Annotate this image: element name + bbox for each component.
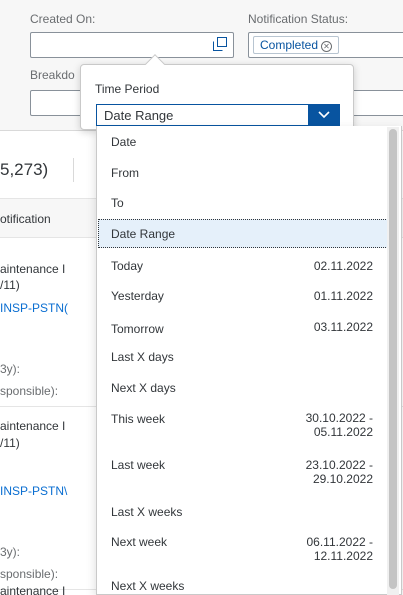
remove-token-icon[interactable]: ✕ xyxy=(321,41,333,52)
result-count: 5,273) xyxy=(0,160,49,179)
option-tomorrow[interactable]: Tomorrow 03.11.2022 xyxy=(97,311,389,341)
list-scrollbar[interactable] xyxy=(387,127,399,595)
option-label: Last week xyxy=(111,458,166,472)
option-value: 06.11.2022 - 12.11.2022 xyxy=(306,535,374,563)
notification-status-input[interactable]: Completed ✕ xyxy=(248,32,403,58)
option-last-x-days[interactable]: Last X days xyxy=(97,341,389,372)
created-on-label: Created On: xyxy=(30,12,96,26)
option-value: 30.10.2022 - 05.11.2022 xyxy=(305,411,373,439)
option-label: To xyxy=(111,196,124,210)
option-label: Last X days xyxy=(111,350,174,364)
row-2-responsible: sponsible): xyxy=(0,567,59,581)
option-label: Date Range xyxy=(111,227,176,241)
created-on-input[interactable] xyxy=(30,32,234,58)
row-1-id: /11) xyxy=(0,278,20,292)
option-today[interactable]: Today 02.11.2022 xyxy=(97,249,389,279)
value-help-icon[interactable] xyxy=(213,37,227,51)
chevron-down-icon xyxy=(318,111,330,119)
option-label: From xyxy=(111,166,139,180)
option-label: Next week xyxy=(111,535,168,549)
option-label: Yesterday xyxy=(111,289,164,303)
option-value: 02.11.2022 xyxy=(313,259,373,273)
option-next-week[interactable]: Next week 06.11.2022 - 12.11.2022 xyxy=(97,526,389,572)
toolbar-separator xyxy=(73,158,74,182)
scrollbar-thumb[interactable] xyxy=(389,129,397,589)
row-2-type: aintenance I xyxy=(0,419,66,433)
status-token-label: Completed xyxy=(260,38,319,52)
notification-status-label: Notification Status: xyxy=(248,12,349,26)
row-2-link[interactable]: INSP-PSTN\ xyxy=(0,484,67,498)
row-1-link[interactable]: INSP-PSTN( xyxy=(0,301,68,315)
option-next-x-weeks[interactable]: Next X weeks xyxy=(97,572,389,594)
row-1-responsible: sponsible): xyxy=(0,384,59,398)
option-label: Last X weeks xyxy=(111,505,183,519)
option-label: Today xyxy=(111,259,144,273)
time-period-select[interactable]: Date Range xyxy=(96,104,340,126)
option-from[interactable]: From xyxy=(97,156,389,187)
row-1-by: 3y): xyxy=(0,362,21,376)
option-label: This week xyxy=(111,412,166,426)
row-2-by: 3y): xyxy=(0,545,21,559)
option-date-range[interactable]: Date Range xyxy=(98,219,388,248)
time-period-label: Time Period xyxy=(95,82,160,96)
option-value: 01.11.2022 xyxy=(313,289,373,303)
status-token[interactable]: Completed ✕ xyxy=(253,36,340,54)
option-label: Tomorrow xyxy=(111,322,164,336)
option-last-x-weeks[interactable]: Last X weeks xyxy=(97,495,389,526)
option-yesterday[interactable]: Yesterday 01.11.2022 xyxy=(97,279,389,311)
option-value: 03.11.2022 xyxy=(313,320,373,334)
breakdown-label: Breakdo xyxy=(30,68,75,82)
time-period-list: Date From To Date Range Today 02.11.2022… xyxy=(96,126,402,595)
option-to[interactable]: To xyxy=(97,187,389,218)
row-3-type: aintenance I xyxy=(0,584,66,595)
option-value: 23.10.2022 - 29.10.2022 xyxy=(305,458,373,486)
option-last-week[interactable]: Last week 23.10.2022 - 29.10.2022 xyxy=(97,449,389,495)
option-this-week[interactable]: This week 30.10.2022 - 05.11.2022 xyxy=(97,403,389,449)
row-2-id: /11) xyxy=(0,436,20,450)
option-label: Date xyxy=(111,135,137,149)
select-dropdown-button[interactable] xyxy=(308,104,340,126)
time-period-selected-value: Date Range xyxy=(104,108,174,123)
option-label: Next X days xyxy=(111,381,176,395)
option-label: Next X weeks xyxy=(111,579,185,593)
row-1-type: aintenance I xyxy=(0,262,66,276)
option-next-x-days[interactable]: Next X days xyxy=(97,372,389,403)
column-notification[interactable]: otification xyxy=(0,212,51,226)
option-date[interactable]: Date xyxy=(97,126,389,156)
